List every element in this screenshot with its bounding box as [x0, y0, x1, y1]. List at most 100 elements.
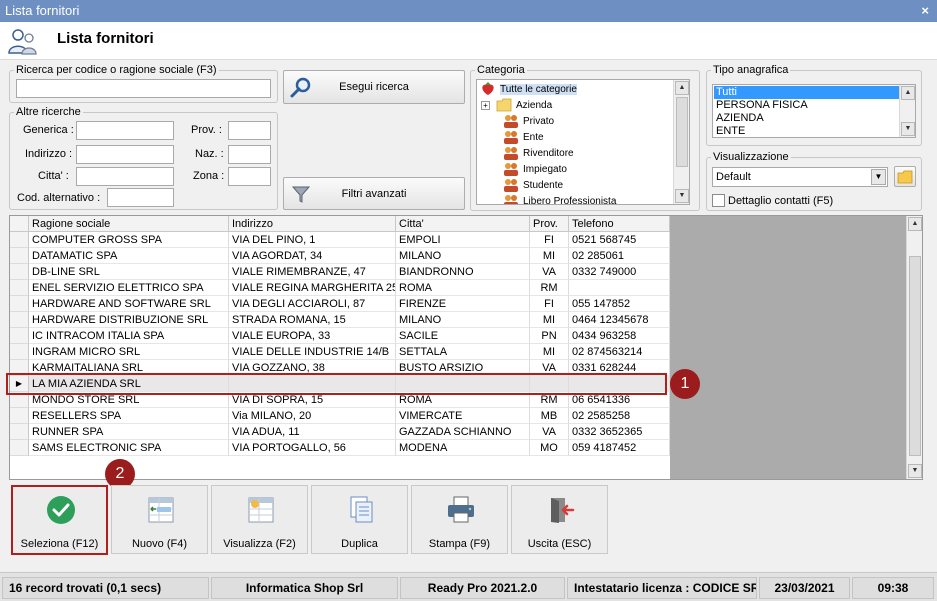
scroll-up-icon[interactable]: ▲	[675, 81, 689, 95]
dettaglio-contatti-checkbox[interactable]	[712, 194, 725, 207]
zona-input[interactable]	[228, 167, 271, 186]
table-row[interactable]: IC INTRACOM ITALIA SPA VIALE EUROPA, 33 SA…	[10, 328, 670, 344]
table-row[interactable]: DB-LINE SRL VIALE RIMEMBRANZE, 47 BIANDRON…	[10, 264, 670, 280]
row-indicator[interactable]	[10, 312, 29, 328]
suppliers-table[interactable]: Ragione sociale Indirizzo Citta' Prov. T…	[9, 215, 923, 480]
scroll-down-icon[interactable]: ▼	[675, 189, 689, 203]
table-row[interactable]: HARDWARE AND SOFTWARE SRL VIA DEGLI ACCIA…	[10, 296, 670, 312]
category-item[interactable]: + Azienda	[481, 98, 552, 114]
row-indicator[interactable]	[10, 344, 29, 360]
table-row[interactable]: INGRAM MICRO SRL VIALE DELLE INDUSTRIE 14…	[10, 344, 670, 360]
table-row[interactable]: RESELLERS SPA Via MILANO, 20 VIMERCATE MB 02…	[10, 408, 670, 424]
scroll-down-icon[interactable]: ▼	[901, 122, 915, 136]
table-cell: RUNNER SPA	[29, 424, 229, 440]
tipo-option[interactable]: PERSONA FISICA	[716, 99, 808, 112]
table-cell: IC INTRACOM ITALIA SPA	[29, 328, 229, 344]
category-item[interactable]: Libero Professionista	[503, 194, 616, 204]
search-input[interactable]	[16, 79, 271, 98]
category-item[interactable]: Ente	[503, 130, 544, 146]
prov-input[interactable]	[228, 121, 271, 140]
category-scroll-thumb[interactable]	[676, 97, 688, 167]
nuovo-button[interactable]: Nuovo (F4)	[111, 485, 208, 554]
search-button-label: Esegui ricerca	[339, 81, 409, 93]
column-header-telefono[interactable]: Telefono	[569, 216, 670, 232]
table-row[interactable]: DATAMATIC SPA VIA AGORDAT, 34 MILANO MI 02 2…	[10, 248, 670, 264]
column-header-prov[interactable]: Prov.	[530, 216, 569, 232]
row-indicator[interactable]	[10, 232, 29, 248]
expand-icon[interactable]: +	[481, 100, 490, 110]
table-row[interactable]: RUNNER SPA VIA ADUA, 11 GAZZADA SCHIANNO VA…	[10, 424, 670, 440]
table-cell: HARDWARE AND SOFTWARE SRL	[29, 296, 229, 312]
open-folder-button[interactable]	[894, 166, 916, 187]
row-indicator[interactable]	[10, 408, 29, 424]
category-scrollbar[interactable]: ▲ ▼	[673, 80, 689, 204]
category-item[interactable]: Studente	[503, 178, 563, 194]
visualizzazione-select[interactable]: Default ▼	[712, 167, 888, 187]
category-item-label: Privato	[523, 116, 555, 127]
status-license: Intestatario licenza : CODICE SRL	[567, 577, 757, 599]
table-row[interactable]: ENEL SERVIZIO ELETTRICO SPA VIALE REGINA …	[10, 280, 670, 296]
table-cell: ENEL SERVIZIO ELETTRICO SPA	[29, 280, 229, 296]
cod-alternativo-input[interactable]	[107, 188, 174, 207]
tipo-option[interactable]: AZIENDA	[716, 112, 764, 125]
table-row[interactable]: HARDWARE DISTRIBUZIONE SRL STRADA ROMANA,…	[10, 312, 670, 328]
indirizzo-input[interactable]	[76, 145, 174, 164]
visualizza-button[interactable]: Visualizza (F2)	[211, 485, 308, 554]
row-indicator[interactable]	[10, 296, 29, 312]
table-cell: VIALE EUROPA, 33	[229, 328, 396, 344]
row-indicator[interactable]	[10, 248, 29, 264]
category-item[interactable]: Impiegato	[503, 162, 567, 178]
uscita-button[interactable]: Uscita (ESC)	[511, 485, 608, 554]
category-item[interactable]: Tutte le categorie	[480, 82, 577, 98]
table-cell: MI	[530, 344, 569, 360]
table-cell: FIRENZE	[396, 296, 530, 312]
table-cell: 02 285061	[569, 248, 670, 264]
stampa-button[interactable]: Stampa (F9)	[411, 485, 508, 554]
table-cell: SACILE	[396, 328, 530, 344]
category-item[interactable]: Privato	[503, 114, 554, 130]
row-indicator[interactable]	[10, 424, 29, 440]
duplica-button[interactable]: Duplica	[311, 485, 408, 554]
tipo-option[interactable]: Tutti	[714, 86, 899, 99]
citta-input[interactable]	[76, 167, 174, 186]
scroll-up-icon[interactable]: ▲	[901, 86, 915, 100]
row-indicator[interactable]	[10, 328, 29, 344]
close-icon[interactable]: ×	[921, 0, 929, 22]
column-header-citta[interactable]: Citta'	[396, 216, 530, 232]
row-indicator[interactable]	[10, 280, 29, 296]
table-cell: VIA DEGLI ACCIAROLI, 87	[229, 296, 396, 312]
prov-label: Prov. :	[191, 124, 222, 136]
table-cell: 059 4187452	[569, 440, 670, 456]
window-title: Lista fornitori	[5, 3, 80, 18]
scroll-up-icon[interactable]: ▲	[908, 217, 922, 231]
search-button[interactable]: Esegui ricerca	[283, 70, 465, 104]
scroll-down-icon[interactable]: ▼	[908, 464, 922, 478]
tipo-option[interactable]: ENTE	[716, 125, 745, 137]
generica-input[interactable]	[76, 121, 174, 140]
category-tree[interactable]: Tutte le categorie + Azienda Privato Ente…	[476, 79, 690, 205]
row-indicator[interactable]	[10, 264, 29, 280]
visualizzazione-value: Default	[716, 171, 751, 183]
table-row[interactable]: COMPUTER GROSS SPA VIA DEL PINO, 1 EMPOLI F…	[10, 232, 670, 248]
tipo-scrollbar[interactable]: ▲ ▼	[899, 85, 915, 137]
naz-input[interactable]	[228, 145, 271, 164]
row-indicator[interactable]	[10, 440, 29, 456]
callout-badge: 1	[670, 369, 700, 399]
status-date: 23/03/2021	[759, 577, 850, 599]
column-header-indirizzo[interactable]: Indirizzo	[229, 216, 396, 232]
chevron-down-icon[interactable]: ▼	[871, 169, 886, 185]
table-cell: ROMA	[396, 280, 530, 296]
seleziona-highlight	[11, 485, 108, 555]
category-item[interactable]: Rivenditore	[503, 146, 574, 162]
table-scroll-thumb[interactable]	[909, 256, 921, 456]
column-header-ragione-sociale[interactable]: Ragione sociale	[29, 216, 229, 232]
advanced-filters-button[interactable]: Filtri avanzati	[283, 177, 465, 210]
stampa-label: Stampa (F9)	[428, 538, 491, 550]
people-icon	[504, 179, 518, 193]
table-row[interactable]: SAMS ELECTRONIC SPA VIA PORTOGALLO, 56 MOD…	[10, 440, 670, 456]
tipo-anagrafica-list[interactable]: Tutti PERSONA FISICA AZIENDA ENTE ▲ ▼	[712, 84, 916, 138]
table-cell: VIA DEL PINO, 1	[229, 232, 396, 248]
status-records: 16 record trovati (0,1 secs)	[2, 577, 209, 599]
category-item-label: Studente	[523, 180, 564, 191]
table-scrollbar[interactable]: ▲ ▼	[906, 216, 922, 479]
